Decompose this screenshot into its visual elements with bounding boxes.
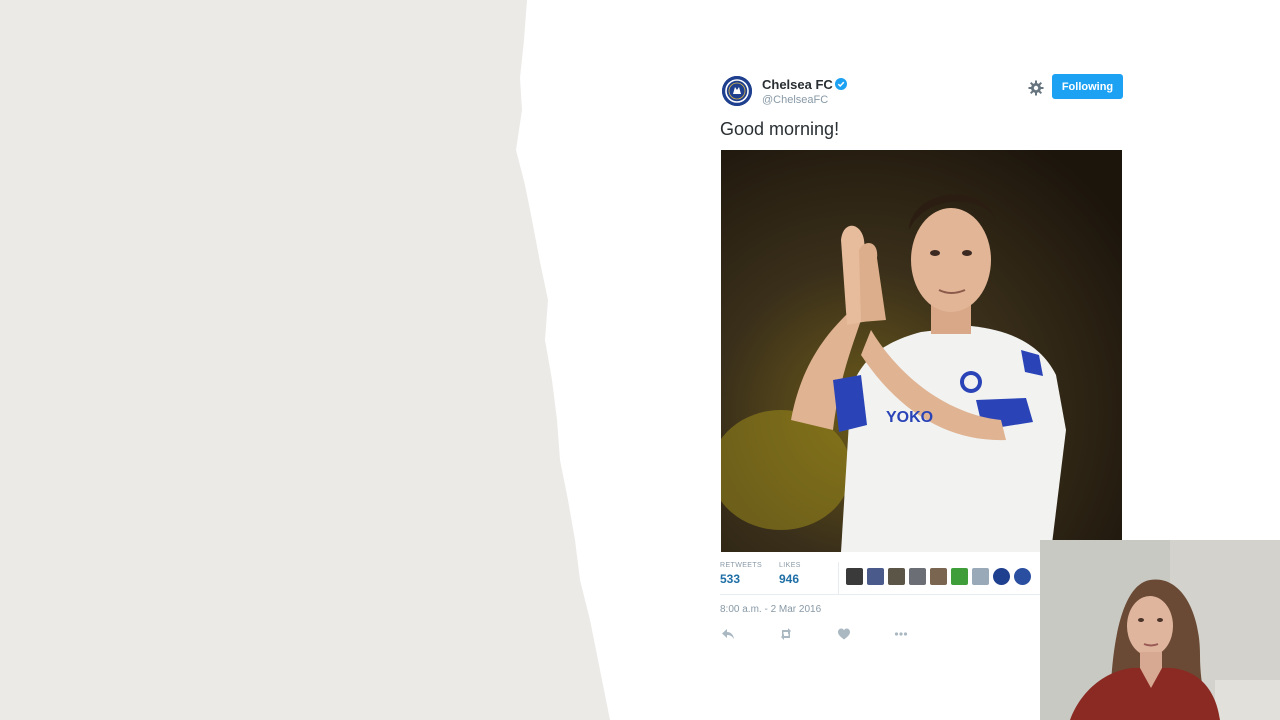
likes-stat[interactable]: LIKES 946 [779, 562, 801, 586]
tweet-actions [720, 627, 920, 641]
chelsea-crest-icon [722, 76, 752, 106]
torn-paper-background [0, 0, 610, 720]
liker-avatar[interactable] [909, 568, 926, 585]
likes-label: LIKES [779, 562, 801, 569]
liker-avatar[interactable] [867, 568, 884, 585]
following-button[interactable]: Following [1052, 74, 1123, 99]
liker-avatar[interactable] [1014, 568, 1031, 585]
liker-avatar[interactable] [930, 568, 947, 585]
gear-icon[interactable] [1028, 80, 1044, 96]
heart-icon[interactable] [837, 627, 851, 641]
liker-avatars [846, 568, 1031, 585]
webcam-overlay [1040, 540, 1280, 720]
tweet-photo[interactable]: YOKO [721, 150, 1122, 552]
liker-avatar[interactable] [846, 568, 863, 585]
tweet-text: Good morning! [720, 119, 840, 139]
webcam-presenter-image [1040, 540, 1280, 720]
likes-count: 946 [779, 572, 800, 586]
display-name[interactable]: Chelsea FC [762, 77, 833, 92]
stats-divider [838, 562, 839, 594]
liker-avatar[interactable] [993, 568, 1010, 585]
verified-badge-icon [835, 78, 847, 90]
retweets-label: RETWEETS [720, 562, 763, 569]
liker-avatar[interactable] [951, 568, 968, 585]
tweet-timestamp[interactable]: 8:00 a.m. - 2 Mar 2016 [720, 604, 821, 615]
svg-text:YOKO: YOKO [886, 409, 933, 426]
photo-player-applauding: YOKO [721, 150, 1122, 552]
retweets-count: 533 [720, 572, 741, 586]
liker-avatar[interactable] [888, 568, 905, 585]
more-icon[interactable] [894, 627, 908, 641]
retweets-stat[interactable]: RETWEETS 533 [720, 562, 762, 586]
reply-icon[interactable] [721, 627, 735, 641]
retweet-icon[interactable] [779, 627, 793, 641]
liker-avatar[interactable] [972, 568, 989, 585]
handle[interactable]: @ChelseaFC [762, 94, 828, 106]
avatar[interactable] [722, 76, 752, 106]
